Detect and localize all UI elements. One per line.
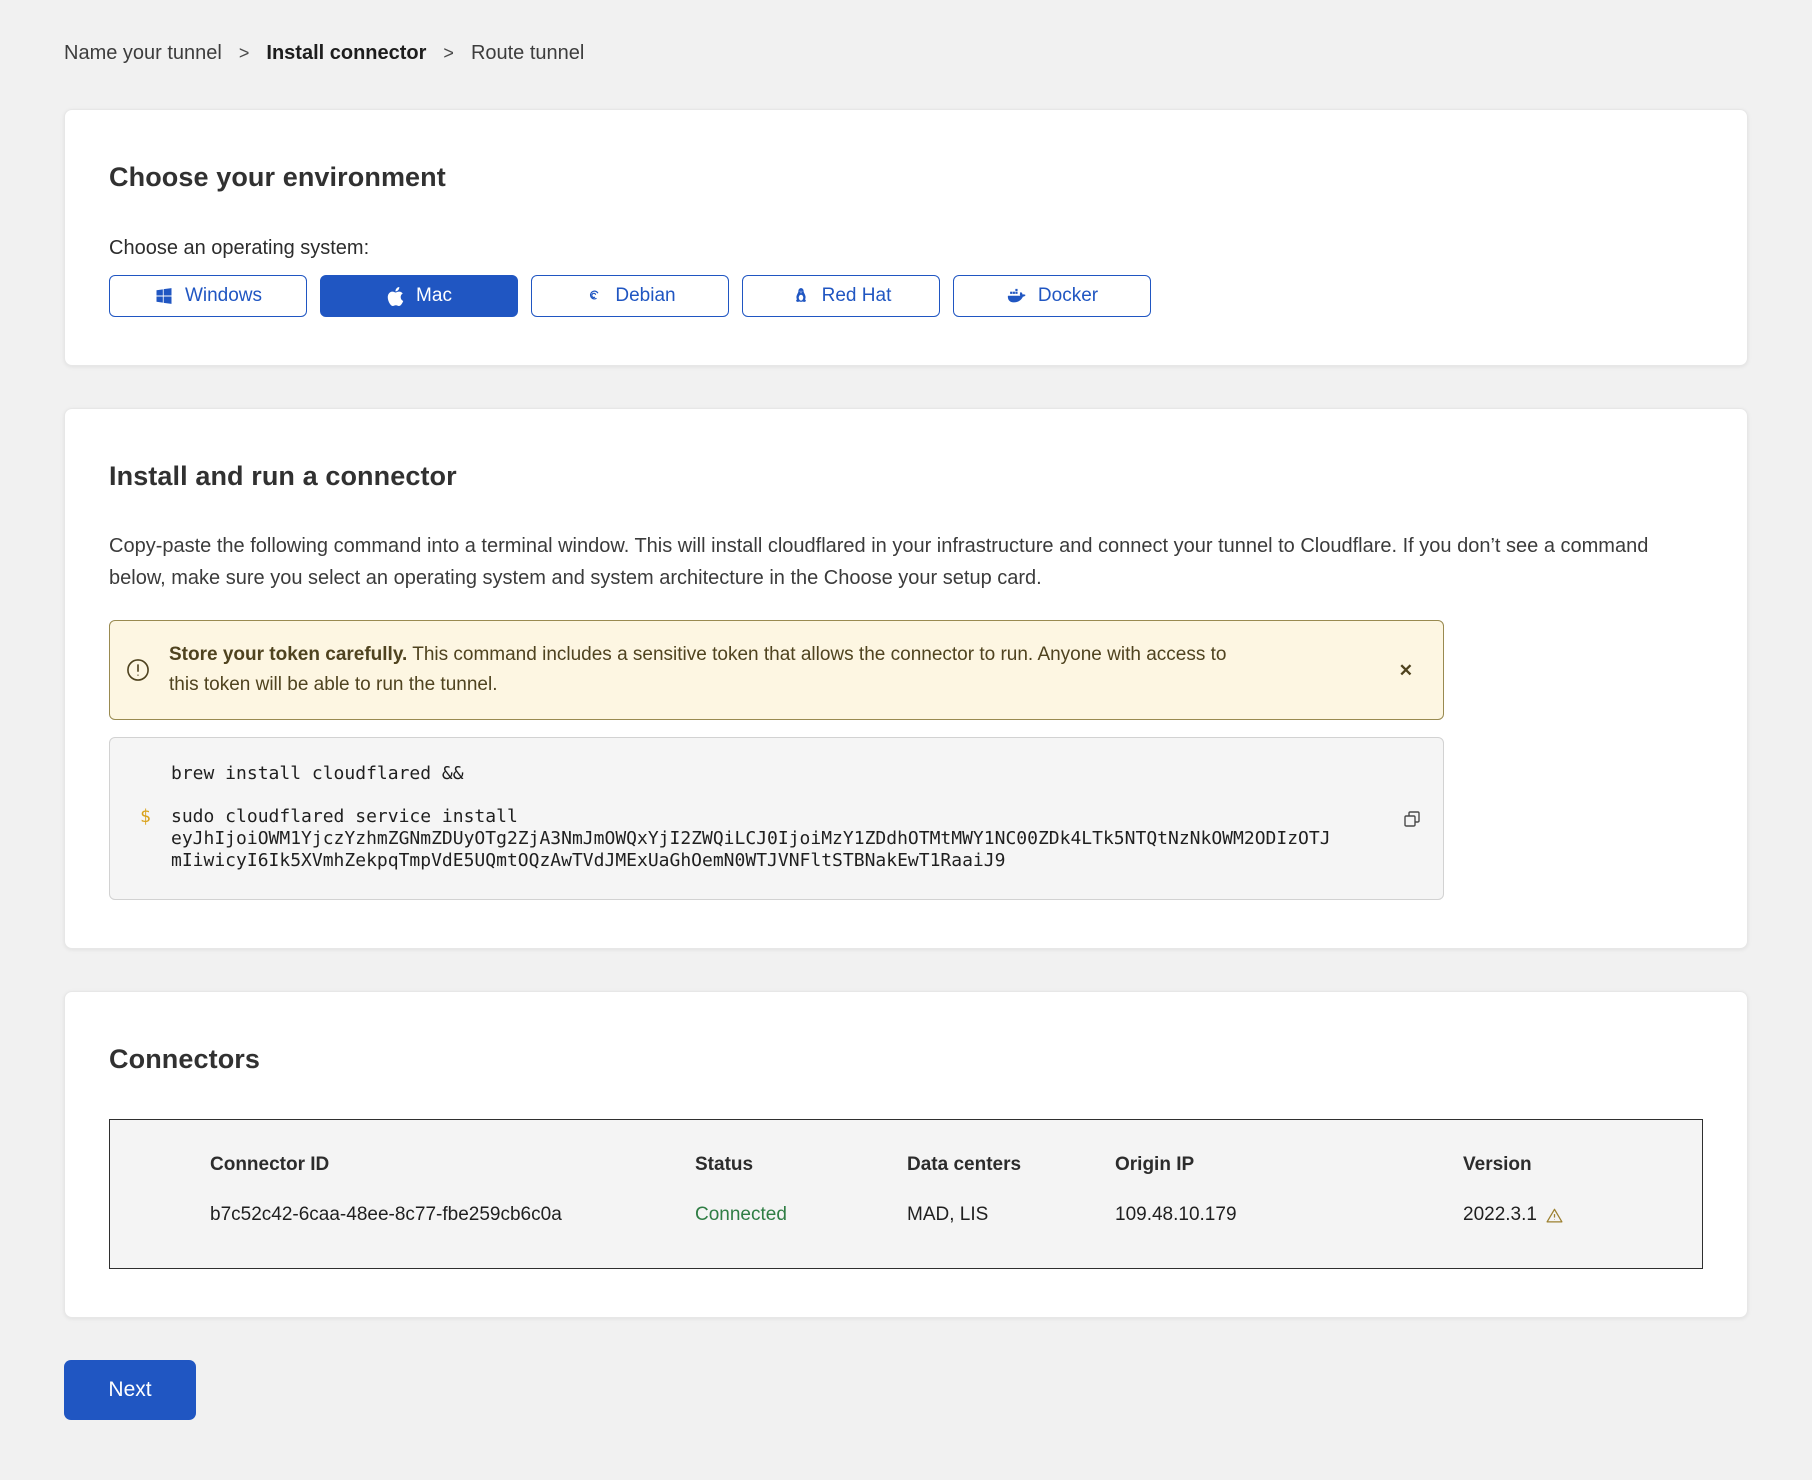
code-gutter bbox=[140, 763, 171, 785]
os-label: Choose an operating system: bbox=[109, 237, 1703, 260]
tunnel-setup-page: Name your tunnel > Install connector > R… bbox=[0, 0, 1812, 1420]
column-header-status: Status bbox=[695, 1154, 907, 1176]
os-button-label: Windows bbox=[185, 285, 262, 307]
breadcrumb-route-tunnel[interactable]: Route tunnel bbox=[471, 42, 584, 65]
token-warning-banner: Store your token carefully. This command… bbox=[109, 620, 1444, 720]
os-button-windows[interactable]: Windows bbox=[109, 275, 307, 317]
data-centers-value: MAD, LIS bbox=[907, 1204, 1115, 1226]
service-install-command: sudo cloudflared service install eyJhIjo… bbox=[171, 806, 1331, 872]
docker-whale-icon bbox=[1006, 286, 1027, 307]
warning-message-bold: Store your token carefully. bbox=[169, 644, 407, 665]
breadcrumb: Name your tunnel > Install connector > R… bbox=[64, 42, 1748, 65]
brew-install-command: brew install cloudflared && bbox=[171, 763, 464, 785]
os-button-mac[interactable]: Mac bbox=[320, 275, 518, 317]
os-button-label: Mac bbox=[416, 285, 452, 307]
environment-card-title: Choose your environment bbox=[109, 162, 1703, 193]
os-button-label: Docker bbox=[1038, 285, 1098, 307]
connectors-card: Connectors Connector ID Status Data cent… bbox=[64, 991, 1748, 1318]
copy-icon[interactable] bbox=[1401, 808, 1423, 830]
command-text: sudo cloudflared service install bbox=[171, 806, 518, 827]
code-line-service-install: $ sudo cloudflared service install eyJhI… bbox=[140, 806, 1383, 872]
column-header-data-centers: Data centers bbox=[907, 1154, 1115, 1176]
origin-ip-value: 109.48.10.179 bbox=[1115, 1204, 1463, 1226]
install-connector-title: Install and run a connector bbox=[109, 461, 1703, 492]
code-line-brew: brew install cloudflared && bbox=[140, 763, 1383, 785]
column-header-version: Version bbox=[1463, 1154, 1662, 1176]
close-icon[interactable]: ✕ bbox=[1395, 658, 1417, 683]
os-button-row: Windows Mac Debian Red Hat bbox=[109, 275, 1703, 317]
connectors-title: Connectors bbox=[109, 1044, 1703, 1075]
choose-environment-card: Choose your environment Choose an operat… bbox=[64, 109, 1748, 366]
version-value: 2022.3.1 bbox=[1463, 1204, 1662, 1226]
os-button-docker[interactable]: Docker bbox=[953, 275, 1151, 317]
column-header-origin-ip: Origin IP bbox=[1115, 1154, 1463, 1176]
os-button-redhat[interactable]: Red Hat bbox=[742, 275, 940, 317]
install-connector-card: Install and run a connector Copy-paste t… bbox=[64, 408, 1748, 949]
os-button-label: Red Hat bbox=[822, 285, 892, 307]
connector-id-value: b7c52c42-6caa-48ee-8c77-fbe259cb6c0a bbox=[210, 1204, 695, 1226]
column-header-connector-id: Connector ID bbox=[210, 1154, 695, 1176]
breadcrumb-separator: > bbox=[239, 43, 250, 64]
breadcrumb-name-your-tunnel[interactable]: Name your tunnel bbox=[64, 42, 222, 65]
version-number: 2022.3.1 bbox=[1463, 1204, 1537, 1226]
warning-message: Store your token carefully. This command… bbox=[169, 640, 1234, 700]
install-connector-description: Copy-paste the following command into a … bbox=[109, 530, 1703, 594]
connectors-table: Connector ID Status Data centers Origin … bbox=[109, 1119, 1703, 1269]
status-badge: Connected bbox=[695, 1204, 907, 1226]
breadcrumb-separator: > bbox=[443, 43, 454, 64]
tunnel-token: eyJhIjoiOWM1YjczYzhmZGNmZDUyOTg2ZjA3NmJm… bbox=[171, 828, 1331, 871]
shell-prompt: $ bbox=[140, 806, 171, 872]
next-button[interactable]: Next bbox=[64, 1360, 196, 1420]
debian-swirl-icon bbox=[584, 286, 604, 306]
install-command-codeblock: brew install cloudflared && $ sudo cloud… bbox=[109, 737, 1444, 900]
os-button-debian[interactable]: Debian bbox=[531, 275, 729, 317]
tux-penguin-icon bbox=[791, 286, 811, 306]
apple-logo-icon bbox=[386, 287, 405, 306]
warning-triangle-icon[interactable] bbox=[1545, 1206, 1564, 1225]
os-button-label: Debian bbox=[615, 285, 675, 307]
breadcrumb-install-connector[interactable]: Install connector bbox=[266, 42, 426, 65]
warning-circle-icon bbox=[125, 657, 151, 683]
windows-logo-icon bbox=[154, 286, 174, 306]
